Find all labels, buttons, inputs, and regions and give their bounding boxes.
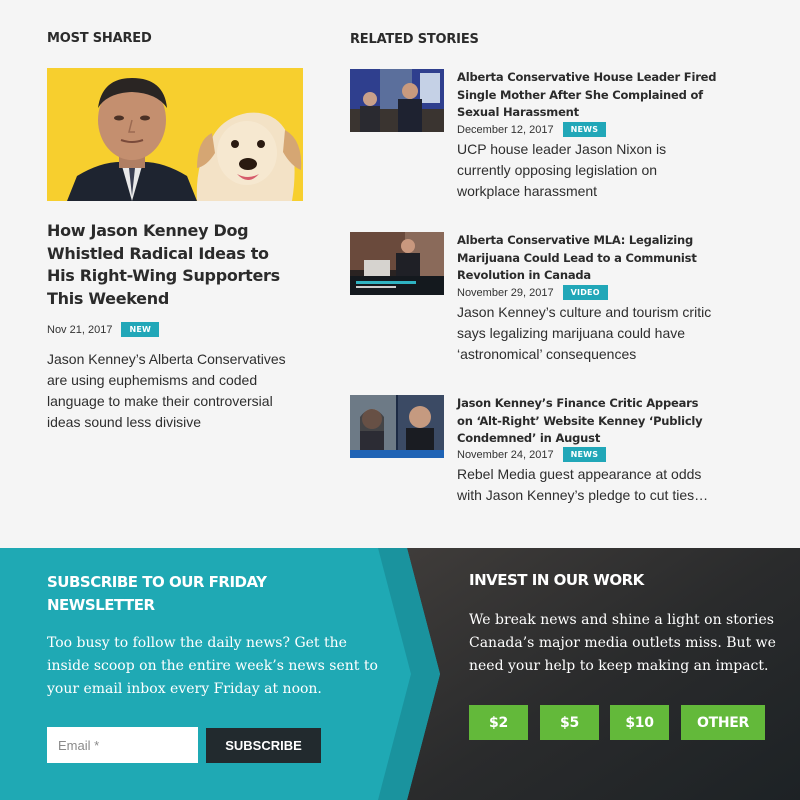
feature-image[interactable] (47, 68, 303, 201)
story-photo (350, 69, 444, 132)
donate-5-button[interactable]: $5 (540, 705, 599, 740)
feature-title[interactable]: How Jason Kenney Dog Whistled Radical Id… (47, 220, 297, 310)
story-thumbnail[interactable] (350, 395, 444, 458)
feature-meta: Nov 21, 2017 NEW (47, 322, 160, 337)
story-date: November 29, 2017 (457, 286, 554, 299)
story-title[interactable]: Alberta Conservative House Leader Fired … (457, 69, 717, 122)
story-meta: November 29, 2017 VIDEO (457, 285, 608, 300)
related-story: Alberta Conservative House Leader Fired … (350, 69, 720, 219)
story-excerpt: Rebel Media guest appearance at odds wit… (457, 466, 709, 503)
content-area: MOST SHARED RELATED STORIES How Jason Ke… (0, 0, 800, 548)
invest-heading: INVEST IN OUR WORK (469, 571, 644, 589)
feature-photo (47, 68, 303, 201)
footer-band: SUBSCRIBE TO OUR FRIDAY NEWSLETTER Too b… (0, 548, 800, 800)
story-thumbnail[interactable] (350, 69, 444, 132)
story-excerpt: UCP house leader Jason Nixon is currentl… (457, 141, 667, 199)
story-photo (350, 395, 444, 458)
feature-date: Nov 21, 2017 (47, 323, 113, 336)
story-thumbnail[interactable] (350, 232, 444, 295)
related-story: Jason Kenney’s Finance Critic Appears on… (350, 395, 720, 545)
story-meta: November 24, 2017 NEWS (457, 447, 607, 462)
story-meta: December 12, 2017 NEWS (457, 122, 607, 137)
story-excerpt: Jason Kenney’s culture and tourism criti… (457, 304, 712, 362)
related-stories-heading: RELATED STORIES (350, 32, 479, 47)
donate-2-button[interactable]: $2 (469, 705, 528, 740)
feature-badge[interactable]: NEW (121, 322, 160, 337)
story-title[interactable]: Alberta Conservative MLA: Legalizing Mar… (457, 232, 717, 285)
most-shared-heading: MOST SHARED (47, 31, 152, 46)
invest-text: We break news and shine a light on stori… (469, 612, 776, 674)
related-story: Alberta Conservative MLA: Legalizing Mar… (350, 232, 720, 382)
subscribe-button[interactable]: SUBSCRIBE (206, 728, 321, 763)
story-title[interactable]: Jason Kenney’s Finance Critic Appears on… (457, 395, 717, 448)
donate-10-button[interactable]: $10 (610, 705, 669, 740)
email-input[interactable] (47, 727, 198, 763)
story-date: November 24, 2017 (457, 448, 554, 461)
subscribe-text: Too busy to follow the daily news? Get t… (47, 635, 378, 697)
story-badge[interactable]: VIDEO (562, 285, 608, 300)
donate-other-button[interactable]: OTHER (681, 705, 765, 740)
story-photo (350, 232, 444, 295)
story-date: December 12, 2017 (457, 123, 554, 136)
feature-excerpt: Jason Kenney’s Alberta Conservatives are… (47, 351, 286, 430)
subscribe-heading: SUBSCRIBE TO OUR FRIDAY NEWSLETTER (47, 573, 267, 614)
story-badge[interactable]: NEWS (562, 447, 607, 462)
story-badge[interactable]: NEWS (562, 122, 607, 137)
